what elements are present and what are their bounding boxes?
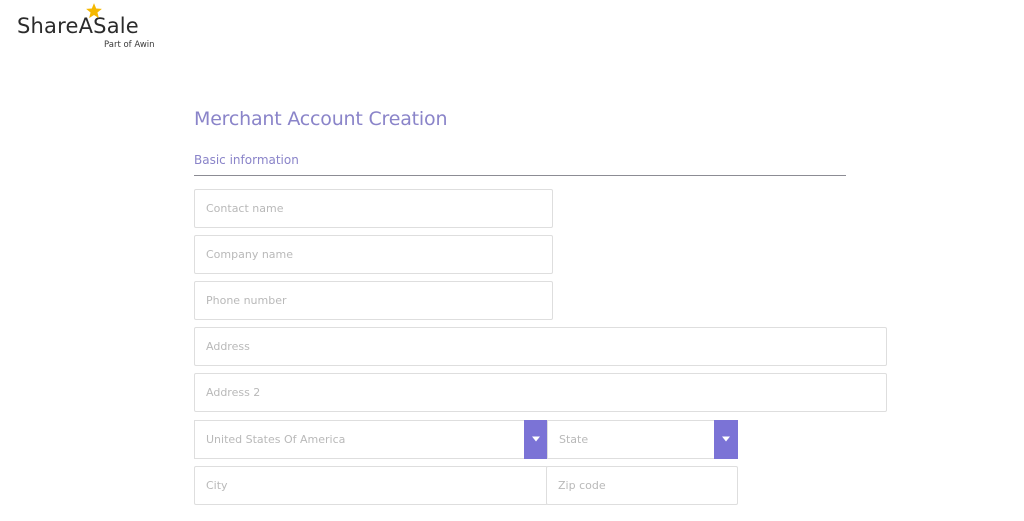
company-name-field — [194, 235, 553, 274]
address-input[interactable] — [195, 328, 886, 365]
star-icon — [86, 3, 102, 19]
phone-number-input[interactable] — [195, 282, 552, 319]
contact-name-field — [194, 189, 553, 228]
zip-code-field — [546, 466, 738, 505]
logo-tagline: Part of Awin — [104, 40, 155, 50]
phone-number-field — [194, 281, 553, 320]
address-field — [194, 327, 887, 366]
country-dropdown-button[interactable] — [524, 420, 548, 459]
logo-wordmark: ShareASale — [17, 14, 139, 38]
contact-name-input[interactable] — [195, 190, 552, 227]
caret-down-icon — [722, 436, 730, 442]
city-field — [194, 466, 548, 505]
address2-input[interactable] — [195, 374, 886, 411]
section-divider — [194, 175, 846, 176]
shareasale-logo[interactable]: ShareASale Part of Awin — [17, 3, 167, 54]
address2-field — [194, 373, 887, 412]
caret-down-icon — [532, 436, 540, 442]
merchant-signup-page: ShareASale Part of Awin Merchant Account… — [0, 0, 1024, 521]
country-select-value: United States Of America — [206, 433, 346, 446]
company-name-input[interactable] — [195, 236, 552, 273]
city-input[interactable] — [195, 467, 547, 504]
country-select[interactable]: United States Of America — [194, 420, 548, 459]
zip-code-input[interactable] — [547, 467, 737, 504]
section-title-basic-information: Basic information — [194, 153, 299, 167]
page-title: Merchant Account Creation — [194, 108, 448, 130]
state-select-value: State — [559, 433, 589, 446]
state-dropdown-button[interactable] — [714, 420, 738, 459]
state-select[interactable]: State — [547, 420, 738, 459]
